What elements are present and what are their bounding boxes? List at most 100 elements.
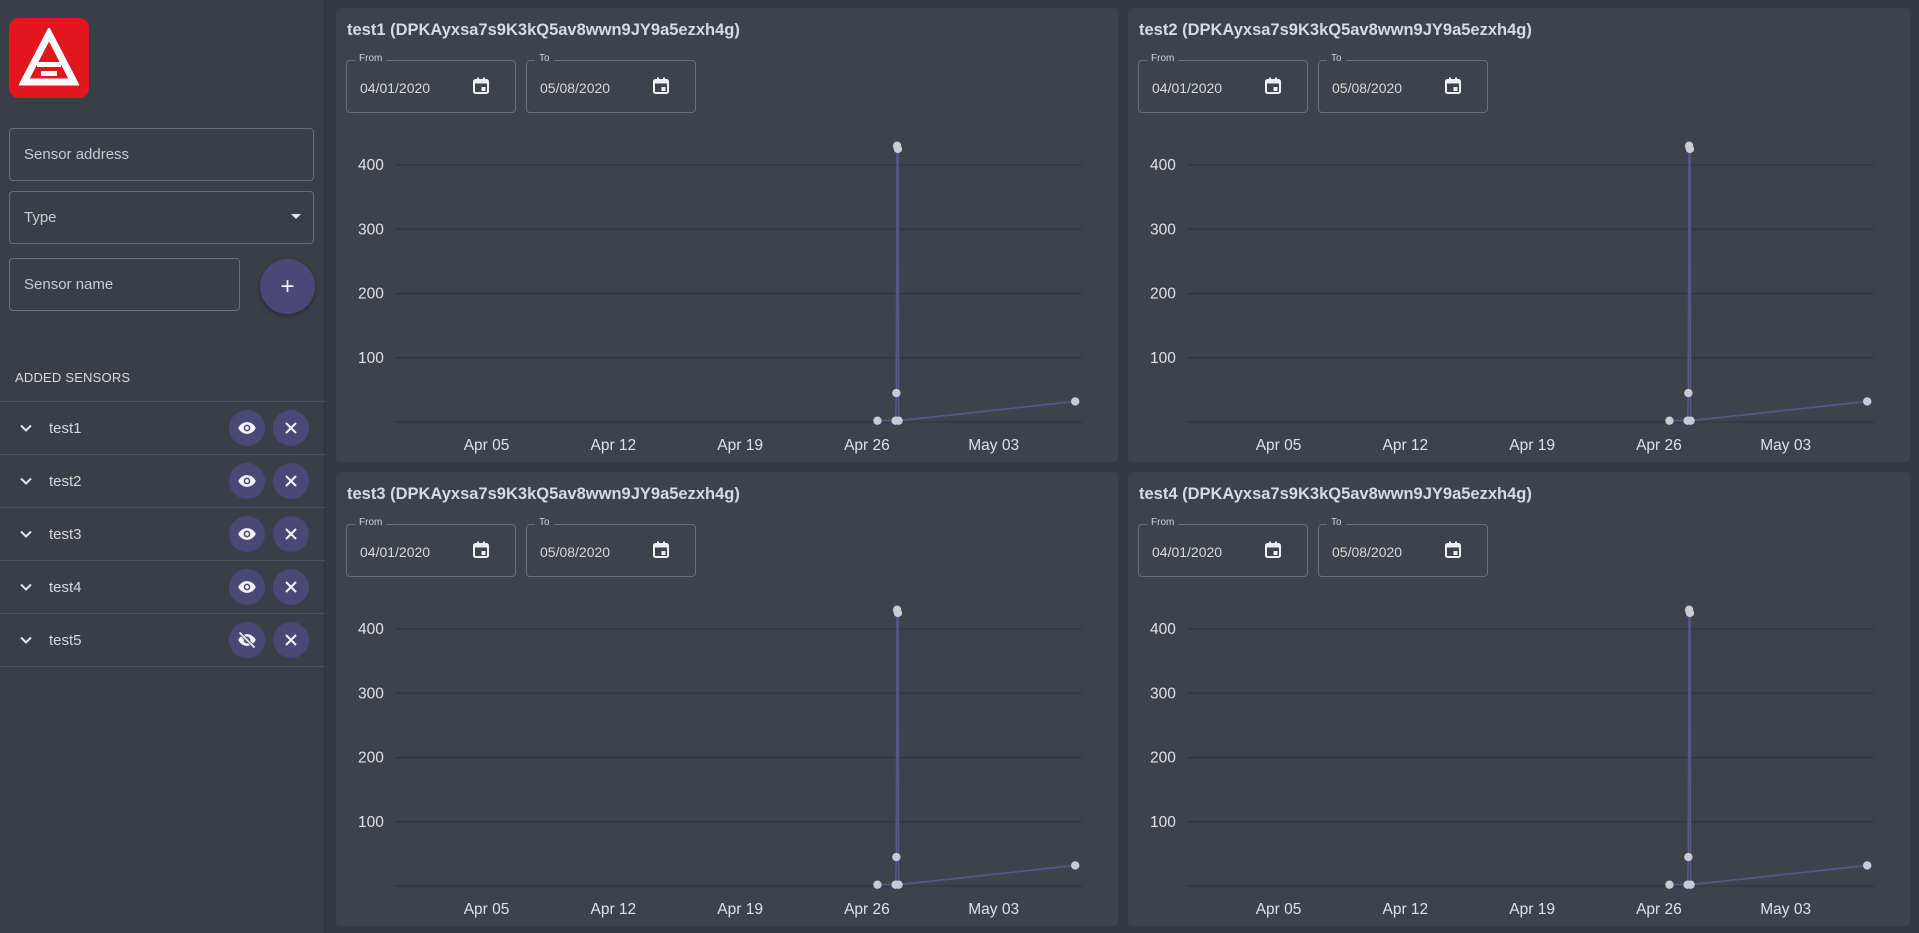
data-point [1863,861,1872,870]
sensor-row[interactable]: test2 [0,455,325,508]
x-tick-label: Apr 12 [1383,437,1429,454]
toggle-visibility-button[interactable] [229,463,265,499]
sensor-name: test3 [49,526,82,543]
chart-card: test2 (DPKAyxsa7s9K3kQ5av8wwn9JY9a5ezxh4… [1128,8,1910,462]
sensor-list: test1 test2 test3 test4 test5 [0,401,325,667]
sidebar: Type + ADDED SENSORS test1 [0,0,325,933]
series-line [877,145,1076,422]
add-sensor-button[interactable]: + [260,259,315,314]
dropdown-arrow-icon [291,214,301,219]
data-point [894,416,903,425]
series-line [877,609,1076,886]
data-point [1665,880,1674,889]
data-point [1684,388,1693,398]
x-tick-label: Apr 05 [464,437,510,454]
type-select[interactable]: Type [9,191,314,244]
line-chart: 100 200 300 400 Apr 05 Apr 12 Apr 19 Apr 26 May … [358,605,1082,918]
data-point [892,852,901,862]
y-tick-label: 200 [1150,750,1176,767]
data-point [873,416,882,425]
eye-icon [238,422,256,434]
chevron-down-icon[interactable] [18,632,34,648]
chevron-down-icon[interactable] [18,526,34,542]
x-tick-label: May 03 [1760,901,1811,918]
sensor-name: test4 [49,579,82,596]
remove-sensor-button[interactable] [273,622,309,658]
eye-icon [238,475,256,487]
data-point [1685,608,1695,618]
data-point [1684,852,1693,862]
remove-sensor-button[interactable] [273,463,309,499]
ark-logo-icon [9,18,89,98]
data-point [1685,144,1695,154]
chevron-down-icon[interactable] [18,420,34,436]
y-tick-label: 200 [358,750,384,767]
sensor-row[interactable]: test4 [0,561,325,614]
sensor-name: test2 [49,473,82,490]
eye-icon [238,528,256,540]
chart-card: test4 (DPKAyxsa7s9K3kQ5av8wwn9JY9a5ezxh4… [1128,472,1910,926]
x-tick-label: Apr 05 [1256,901,1302,918]
chevron-down-icon[interactable] [18,473,34,489]
x-tick-label: Apr 19 [1509,437,1555,454]
data-point [894,880,903,889]
remove-sensor-button[interactable] [273,516,309,552]
y-tick-label: 300 [1150,221,1176,238]
sensor-row[interactable]: test5 [0,614,325,667]
x-tick-label: Apr 26 [844,437,890,454]
logo-glyph-icon [19,28,79,86]
y-tick-label: 200 [1150,286,1176,303]
x-tick-label: Apr 26 [844,901,890,918]
close-icon [285,475,297,487]
y-tick-label: 400 [1150,621,1176,638]
sensor-row[interactable]: test1 [0,402,325,455]
y-tick-label: 100 [358,350,384,367]
remove-sensor-button[interactable] [273,410,309,446]
x-tick-label: Apr 12 [1383,901,1429,918]
remove-sensor-button[interactable] [273,569,309,605]
close-icon [285,581,297,593]
data-point [892,388,901,398]
toggle-visibility-button[interactable] [229,410,265,446]
y-tick-label: 400 [1150,157,1176,174]
sensor-address-field[interactable] [9,128,314,181]
toggle-visibility-button[interactable] [229,569,265,605]
x-tick-label: Apr 19 [1509,901,1555,918]
eye-off-icon [238,631,256,649]
x-tick-label: Apr 19 [717,901,763,918]
sensor-row[interactable]: test3 [0,508,325,561]
data-point [1665,416,1674,425]
line-chart: 100 200 300 400 Apr 05 Apr 12 Apr 19 Apr 26 May … [1150,141,1874,454]
type-select-label: Type [24,209,57,226]
data-point [1071,397,1080,406]
x-tick-label: Apr 26 [1636,437,1682,454]
sensor-name: test1 [49,420,82,437]
data-point [1863,397,1872,406]
series-line [1669,145,1868,422]
y-tick-label: 100 [1150,350,1176,367]
toggle-visibility-button[interactable] [229,516,265,552]
sensor-name-input[interactable] [24,276,239,293]
x-tick-label: Apr 05 [1256,437,1302,454]
eye-icon [238,581,256,593]
chart-card: test3 (DPKAyxsa7s9K3kQ5av8wwn9JY9a5ezxh4… [336,472,1118,926]
series-line [1669,609,1868,886]
x-tick-label: May 03 [968,901,1019,918]
y-tick-label: 400 [358,621,384,638]
plus-icon: + [280,272,295,300]
added-sensors-heading: ADDED SENSORS [15,370,131,385]
x-tick-label: Apr 12 [591,901,637,918]
x-tick-label: Apr 19 [717,437,763,454]
x-tick-label: Apr 12 [591,437,637,454]
sensor-address-input[interactable] [24,146,313,163]
close-icon [285,528,297,540]
sensor-name-field[interactable] [9,258,240,311]
chevron-down-icon[interactable] [18,579,34,595]
data-point [873,880,882,889]
sensor-name: test5 [49,632,82,649]
y-tick-label: 300 [1150,685,1176,702]
x-tick-label: May 03 [968,437,1019,454]
line-chart: 100 200 300 400 Apr 05 Apr 12 Apr 19 Apr 26 May … [1150,605,1874,918]
toggle-visibility-button[interactable] [229,622,265,658]
y-tick-label: 100 [358,814,384,831]
